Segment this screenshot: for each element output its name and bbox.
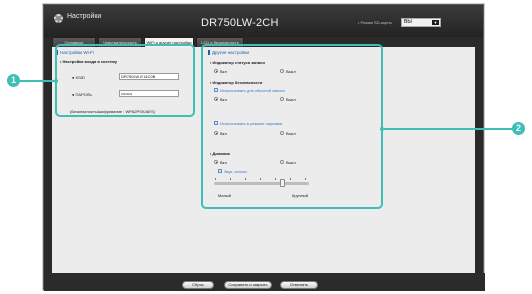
save-close-button[interactable]: Сохранить и закрыть — [224, 281, 272, 289]
sd-mode-select[interactable]: ВЫ ▼ — [401, 18, 441, 27]
callout-badge-2: 2 — [512, 122, 525, 135]
sd-mode-label: • Режим SD-карты — [358, 20, 392, 25]
chevron-down-icon: ▼ — [432, 20, 439, 25]
gear-icon — [54, 14, 63, 23]
cancel-button[interactable]: Отменить — [280, 281, 318, 289]
callout-line-2 — [381, 128, 512, 130]
callout-badge-1: 1 — [7, 74, 20, 87]
model-title: DR750LW-2CH — [201, 17, 279, 29]
reset-button[interactable]: Сброс — [182, 281, 214, 289]
other-settings-callout-box — [201, 44, 383, 209]
sd-mode-value: ВЫ — [404, 19, 412, 25]
callout-dot-2 — [380, 127, 384, 131]
callout-line-1 — [20, 80, 57, 82]
header: Настройки DR750LW-2CH • Режим SD-карты В… — [44, 5, 483, 37]
wifi-callout-box — [55, 44, 195, 117]
settings-title: Настройки — [67, 13, 102, 20]
callout-dot-1 — [54, 79, 58, 83]
